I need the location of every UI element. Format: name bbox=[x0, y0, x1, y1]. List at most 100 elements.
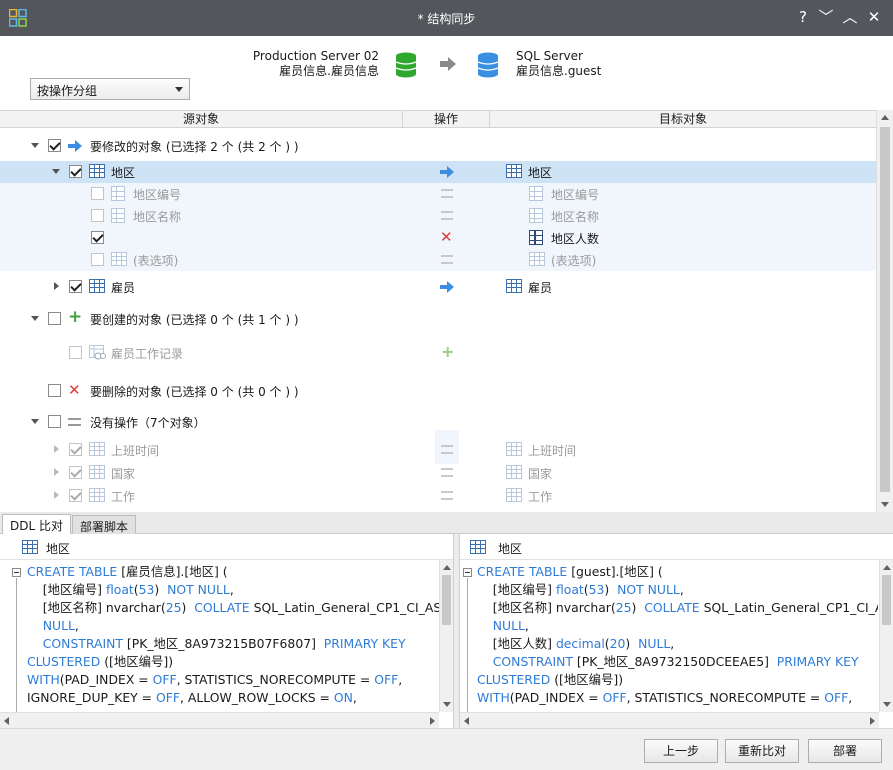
table-row-gongzuo[interactable]: 工作 工作 bbox=[0, 485, 876, 507]
expand-icon[interactable] bbox=[54, 445, 59, 453]
row-checkbox[interactable] bbox=[69, 346, 82, 359]
table-row-guyuan[interactable]: 雇员 雇员 bbox=[0, 276, 876, 298]
code-keyword: ON bbox=[333, 690, 353, 705]
title-bar: * 结构同步 ? ﹀ ︿ ✕ bbox=[0, 0, 893, 36]
maximize-button[interactable]: ︿ bbox=[840, 7, 860, 27]
tab-ddl-compare[interactable]: DDL 比对 bbox=[2, 514, 71, 535]
source-object-name: 地区编号 bbox=[133, 188, 182, 202]
scroll-right-icon[interactable] bbox=[870, 717, 875, 725]
collapse-icon[interactable] bbox=[31, 419, 39, 424]
recompare-button[interactable]: 重新比对 bbox=[725, 739, 799, 763]
row-checkbox[interactable] bbox=[91, 253, 104, 266]
code-text: SQL_Latin_General_CP1_CI_AS bbox=[699, 600, 878, 615]
scroll-right-icon[interactable] bbox=[430, 717, 435, 725]
row-checkbox[interactable] bbox=[69, 165, 82, 178]
column-header-operation[interactable]: 操作 bbox=[403, 111, 490, 128]
deploy-button[interactable]: 部署 bbox=[808, 739, 882, 763]
scroll-left-icon[interactable] bbox=[4, 717, 9, 725]
scroll-up-icon[interactable] bbox=[883, 565, 891, 570]
group-label-none: 没有操作（7个对象） bbox=[90, 416, 206, 430]
code-text: ([地区编号]) bbox=[550, 672, 624, 687]
column-header-source[interactable]: 源对象 bbox=[0, 111, 403, 128]
group-label-modify: 要修改的对象 (已选择 2 个 (共 2 个 ) ) bbox=[90, 140, 299, 154]
code-keyword: COLLATE bbox=[644, 600, 700, 615]
expand-icon[interactable] bbox=[54, 491, 59, 499]
ddl-code-source[interactable]: CREATE TABLE [雇员信息].[地区] ( [地区编号] float(… bbox=[27, 563, 441, 707]
table-row-shangban[interactable]: 上班时间 上班时间 bbox=[0, 439, 876, 461]
group-row-none[interactable]: 没有操作（7个对象） bbox=[0, 411, 876, 433]
table-row-guojia[interactable]: 国家 国家 bbox=[0, 462, 876, 484]
group-checkbox-none[interactable] bbox=[48, 415, 61, 428]
code-text: , bbox=[352, 690, 357, 705]
window-title: * 结构同步 bbox=[417, 12, 476, 26]
scroll-left-icon[interactable] bbox=[464, 717, 469, 725]
row-checkbox[interactable] bbox=[91, 187, 104, 200]
grid-scrollbar[interactable] bbox=[876, 110, 893, 512]
group-checkbox-modify[interactable] bbox=[48, 139, 61, 152]
row-checkbox[interactable] bbox=[91, 231, 104, 244]
expand-icon[interactable] bbox=[54, 282, 59, 290]
code-text: ) bbox=[604, 582, 618, 597]
source-info: Production Server 02 雇员信息.雇员信息 bbox=[253, 49, 379, 79]
scroll-thumb[interactable] bbox=[880, 127, 890, 492]
column-header-target[interactable]: 目标对象 bbox=[490, 111, 876, 128]
row-checkbox[interactable] bbox=[91, 209, 104, 222]
expand-icon[interactable] bbox=[54, 468, 59, 476]
scroll-down-icon[interactable] bbox=[883, 702, 891, 707]
options-row-diqu[interactable]: (表选项) (表选项) bbox=[0, 249, 876, 271]
close-button[interactable]: ✕ bbox=[864, 7, 884, 27]
view-icon bbox=[89, 345, 106, 360]
horizontal-scrollbar[interactable] bbox=[0, 712, 439, 728]
table-row-gongzuo-jilu[interactable]: 雇员工作记录 + bbox=[0, 342, 876, 364]
scroll-down-icon[interactable] bbox=[443, 702, 451, 707]
scroll-up-icon[interactable] bbox=[443, 565, 451, 570]
group-checkbox-create[interactable] bbox=[48, 312, 61, 325]
code-text: [PK_地区_8A973215B07F6807] bbox=[122, 636, 324, 651]
row-checkbox[interactable] bbox=[69, 489, 82, 502]
ddl-code-target[interactable]: CREATE TABLE [guest].[地区] ( [地区编号] float… bbox=[477, 563, 878, 707]
comparison-tree: 要修改的对象 (已选择 2 个 (共 2 个 ) ) 地区 地区 地区编号 地区… bbox=[0, 128, 876, 512]
minimize-button[interactable]: ﹀ bbox=[816, 7, 836, 27]
help-button[interactable]: ? bbox=[793, 7, 813, 27]
column-row-diqu-renshu[interactable]: ✕ 地区人数 bbox=[0, 227, 876, 249]
fold-toggle-icon[interactable] bbox=[12, 568, 21, 577]
scroll-up-icon[interactable] bbox=[881, 115, 889, 120]
table-icon bbox=[89, 164, 105, 178]
scroll-thumb[interactable] bbox=[442, 575, 451, 625]
vertical-scrollbar[interactable] bbox=[439, 560, 453, 712]
table-row-diqu[interactable]: 地区 地区 bbox=[0, 161, 876, 183]
code-text: , bbox=[229, 582, 234, 597]
collapse-icon[interactable] bbox=[52, 169, 60, 174]
code-line: NULL, bbox=[27, 617, 441, 635]
group-row-delete[interactable]: ✕ 要删除的对象 (已选择 0 个 (共 0 个 ) ) bbox=[0, 380, 876, 402]
target-object-name: 上班时间 bbox=[528, 444, 577, 458]
target-schema: 雇员信息.guest bbox=[516, 64, 602, 78]
tab-deploy-script[interactable]: 部署脚本 bbox=[72, 515, 137, 535]
collapse-icon[interactable] bbox=[31, 316, 39, 321]
horizontal-scrollbar[interactable] bbox=[460, 712, 879, 728]
group-checkbox-delete[interactable] bbox=[48, 384, 61, 397]
group-by-select[interactable]: 按操作分组 bbox=[30, 78, 190, 100]
scroll-down-icon[interactable] bbox=[881, 502, 889, 507]
pane-splitter[interactable] bbox=[453, 534, 460, 728]
column-row-diqu-mingcheng[interactable]: 地区名称 地区名称 bbox=[0, 205, 876, 227]
pane-title: 地区 bbox=[498, 542, 523, 556]
previous-step-button[interactable]: 上一步 bbox=[644, 739, 718, 763]
row-checkbox[interactable] bbox=[69, 280, 82, 293]
fold-toggle-icon[interactable] bbox=[463, 568, 472, 577]
row-checkbox[interactable] bbox=[69, 466, 82, 479]
collapse-icon[interactable] bbox=[31, 143, 39, 148]
code-keyword: CLUSTERED bbox=[27, 654, 101, 669]
group-row-create[interactable]: + 要创建的对象 (已选择 0 个 (共 1 个 ) ) bbox=[0, 307, 876, 330]
vertical-scrollbar[interactable] bbox=[879, 560, 893, 712]
column-row-diqu-bianhao[interactable]: 地区编号 地区编号 bbox=[0, 183, 876, 205]
code-text: , STATISTICS_NORECOMPUTE = bbox=[176, 672, 375, 687]
group-row-modify[interactable]: 要修改的对象 (已选择 2 个 (共 2 个 ) ) bbox=[0, 135, 876, 157]
code-text: ) bbox=[625, 636, 639, 651]
scroll-thumb[interactable] bbox=[882, 575, 891, 625]
row-checkbox[interactable] bbox=[69, 443, 82, 456]
code-text: , bbox=[670, 636, 675, 651]
code-line: [地区人数] decimal(20) NULL, bbox=[477, 635, 878, 653]
fold-guide bbox=[16, 578, 17, 712]
